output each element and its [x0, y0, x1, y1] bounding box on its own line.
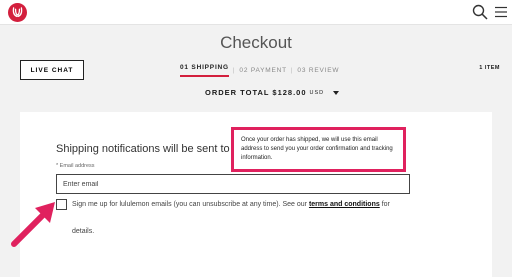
checkout-steps: 01 SHIPPING | 02 PAYMENT | 03 REVIEW — [180, 64, 339, 77]
shipping-heading-text: Shipping notifications will be sent to — [56, 143, 230, 155]
order-total-toggle[interactable]: ORDER TOTAL $128.00 USD — [205, 88, 340, 97]
menu-icon[interactable] — [495, 6, 507, 18]
step-separator: | — [232, 67, 236, 74]
step-separator: | — [290, 67, 294, 74]
page-title: Checkout — [220, 33, 292, 52]
search-icon[interactable] — [472, 4, 488, 20]
top-bar — [0, 0, 512, 25]
items-count: 1 ITEM — [479, 65, 500, 71]
email-field[interactable] — [56, 174, 410, 194]
order-total-currency: USD — [309, 89, 325, 96]
email-signup-label: Sign me up for lululemon emails (you can… — [72, 201, 390, 208]
shipping-info-tooltip: Once your order has shipped, we will use… — [231, 127, 406, 172]
step-payment[interactable]: 02 PAYMENT — [239, 67, 287, 74]
terms-and-conditions-link[interactable]: terms and conditions — [309, 201, 380, 208]
email-signup-text-after: for — [379, 201, 390, 208]
lululemon-logo-icon[interactable] — [8, 3, 27, 22]
email-signup-text-cont: details. — [72, 228, 95, 235]
annotation-arrow-icon — [11, 202, 55, 247]
chevron-down-icon[interactable] — [333, 90, 340, 95]
email-signup-text: Sign me up for lululemon emails (you can… — [72, 201, 309, 208]
order-total-label: ORDER TOTAL $128.00 — [205, 88, 307, 97]
shipping-heading: Shipping notifications will be sent to i — [56, 143, 243, 155]
step-review[interactable]: 03 REVIEW — [297, 67, 339, 74]
email-label: * Email address — [56, 163, 95, 169]
step-shipping[interactable]: 01 SHIPPING — [180, 64, 229, 77]
live-chat-button[interactable]: LIVE CHAT — [20, 60, 84, 80]
